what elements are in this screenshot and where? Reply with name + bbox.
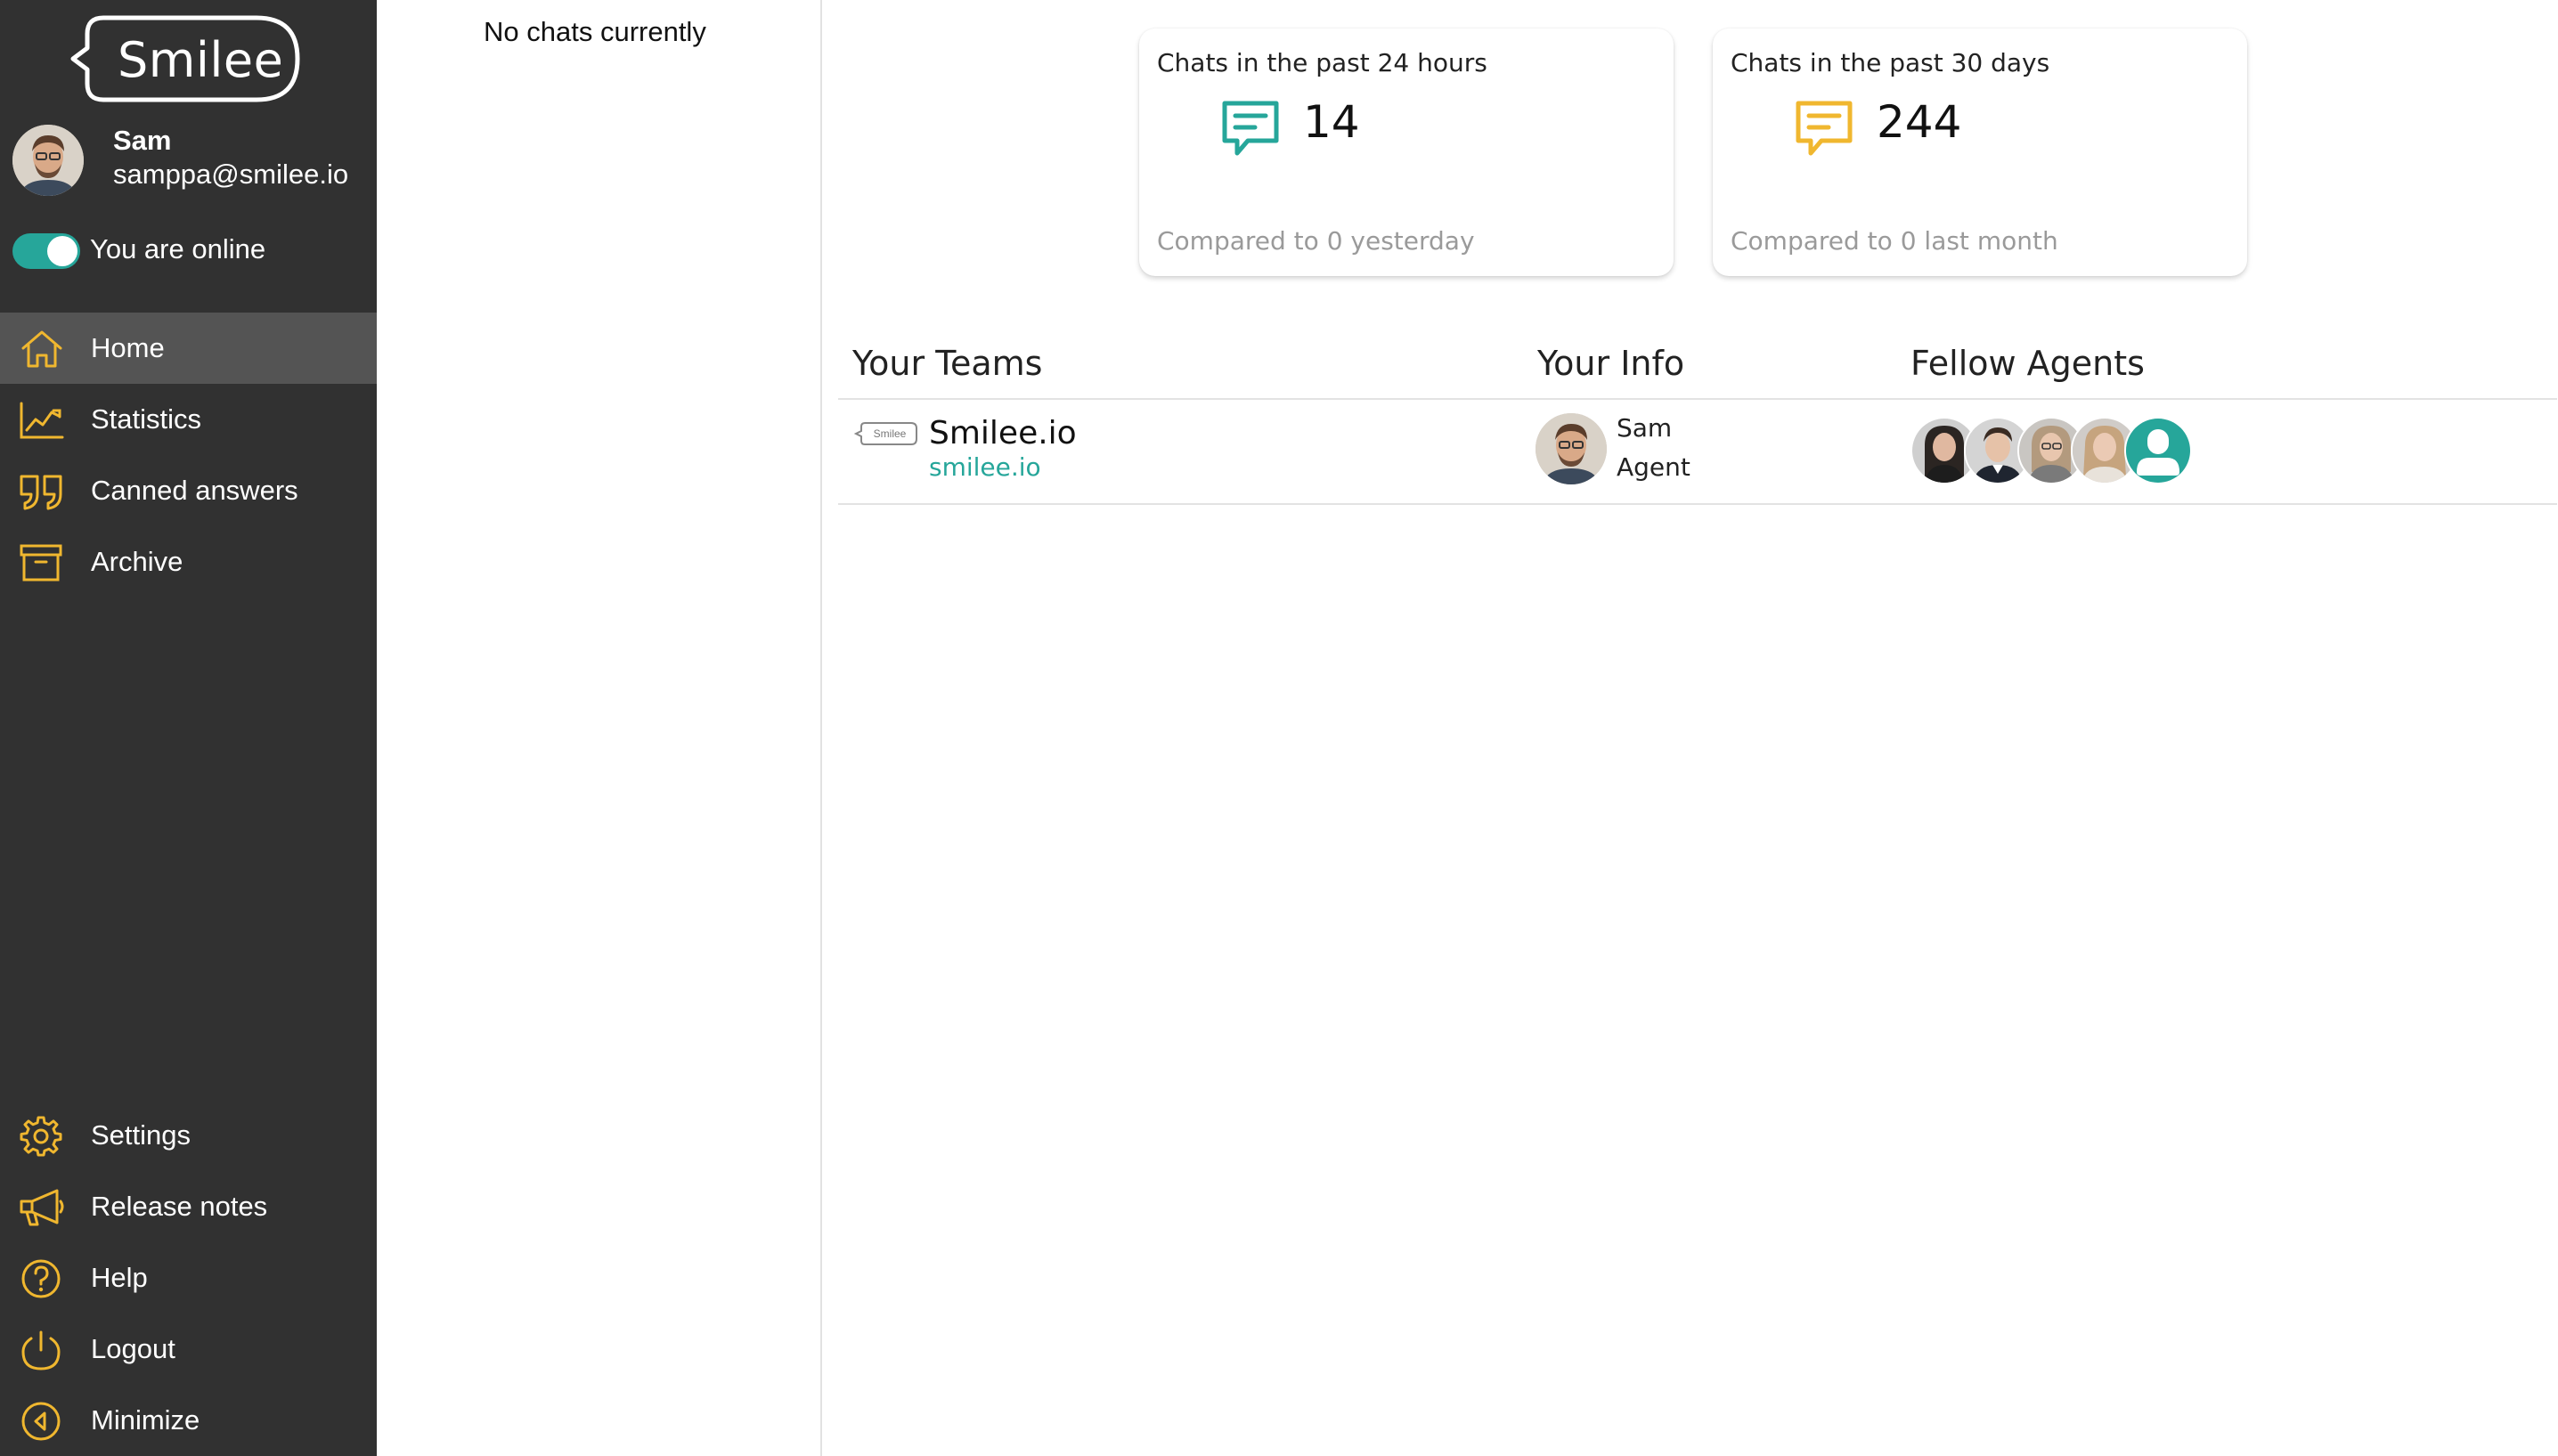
empty-chats-message: No chats currently bbox=[484, 16, 706, 47]
nav-label-help: Help bbox=[91, 1262, 148, 1293]
online-status-label: You are online bbox=[90, 233, 266, 264]
your-info-heading: Your Info bbox=[1537, 344, 1685, 383]
nav-label-settings: Settings bbox=[91, 1119, 191, 1151]
nav-label-home: Home bbox=[91, 332, 165, 363]
nav-item-release-notes[interactable]: Release notes bbox=[0, 1171, 377, 1242]
logo-text: Smilee bbox=[118, 32, 284, 88]
team-logo-icon: Smilee bbox=[854, 422, 917, 445]
sidebar: Smilee Sam samppa@smilee.io You are onli… bbox=[0, 0, 377, 1456]
stat-card-comparison: Compared to 0 yesterday bbox=[1157, 226, 1475, 256]
megaphone-icon bbox=[20, 1189, 64, 1226]
power-icon bbox=[21, 1330, 61, 1371]
chart-icon bbox=[20, 402, 64, 439]
nav-item-logout[interactable]: Logout bbox=[0, 1314, 377, 1385]
team-url-link[interactable]: smilee.io bbox=[929, 452, 1041, 482]
chat-list-panel: No chats currently bbox=[377, 0, 822, 1456]
avatar bbox=[1536, 413, 1607, 484]
user-email: samppa@smilee.io bbox=[113, 159, 349, 190]
user-avatar-photo-icon bbox=[12, 125, 84, 196]
minimize-icon bbox=[21, 1402, 61, 1441]
stat-card-title: Chats in the past 24 hours bbox=[1157, 48, 1487, 77]
agent-avatar-placeholder[interactable] bbox=[2124, 417, 2192, 484]
stat-card-comparison: Compared to 0 last month bbox=[1731, 226, 2058, 256]
nav-item-canned-answers[interactable]: Canned answers bbox=[0, 455, 377, 526]
quote-icon bbox=[20, 475, 62, 510]
toggle-knob bbox=[47, 236, 77, 266]
chat-bubble-icon bbox=[1222, 101, 1279, 156]
stat-card-count: 14 bbox=[1303, 96, 1360, 148]
stat-card-title: Chats in the past 30 days bbox=[1731, 48, 2050, 77]
smilee-logo[interactable]: Smilee bbox=[69, 12, 301, 105]
stat-card-count: 244 bbox=[1877, 96, 1962, 148]
avatar[interactable] bbox=[12, 125, 84, 196]
info-name: Sam bbox=[1617, 413, 1673, 443]
user-avatar-photo-icon bbox=[1536, 413, 1607, 484]
nav-item-statistics[interactable]: Statistics bbox=[0, 384, 377, 455]
team-name: Smilee.io bbox=[929, 415, 1077, 451]
stat-card-30d: Chats in the past 30 days 244 Compared t… bbox=[1713, 28, 2247, 276]
nav-item-help[interactable]: Help bbox=[0, 1242, 377, 1314]
team-logo-text: Smilee bbox=[874, 427, 907, 440]
nav-item-minimize[interactable]: Minimize bbox=[0, 1385, 377, 1456]
nav-label-release-notes: Release notes bbox=[91, 1191, 268, 1222]
user-name: Sam bbox=[113, 125, 172, 156]
nav-label-logout: Logout bbox=[91, 1333, 175, 1364]
home-dashboard: Chats in the past 24 hours 14 Compared t… bbox=[822, 0, 2558, 1456]
online-toggle[interactable] bbox=[12, 233, 80, 269]
nav-label-statistics: Statistics bbox=[91, 403, 202, 435]
help-icon bbox=[21, 1259, 61, 1298]
stat-card-24h: Chats in the past 24 hours 14 Compared t… bbox=[1139, 28, 1674, 276]
fellow-agents-heading: Fellow Agents bbox=[1910, 344, 2145, 383]
nav-item-archive[interactable]: Archive bbox=[0, 526, 377, 598]
table-header-divider bbox=[838, 398, 2557, 400]
your-teams-heading: Your Teams bbox=[852, 344, 1043, 383]
table-row-divider bbox=[838, 503, 2557, 505]
gear-icon bbox=[20, 1116, 62, 1157]
user-placeholder-icon bbox=[2126, 419, 2190, 483]
chat-bubble-icon bbox=[1796, 101, 1853, 156]
nav-label-archive: Archive bbox=[91, 546, 183, 577]
nav-item-settings[interactable]: Settings bbox=[0, 1100, 377, 1171]
nav-item-home[interactable]: Home bbox=[0, 313, 377, 384]
info-role: Agent bbox=[1617, 452, 1690, 482]
home-icon bbox=[21, 330, 62, 368]
app-root: Smilee Sam samppa@smilee.io You are onli… bbox=[0, 0, 2558, 1456]
nav-label-canned-answers: Canned answers bbox=[91, 475, 298, 506]
nav-label-minimize: Minimize bbox=[91, 1404, 200, 1436]
archive-icon bbox=[20, 544, 62, 582]
